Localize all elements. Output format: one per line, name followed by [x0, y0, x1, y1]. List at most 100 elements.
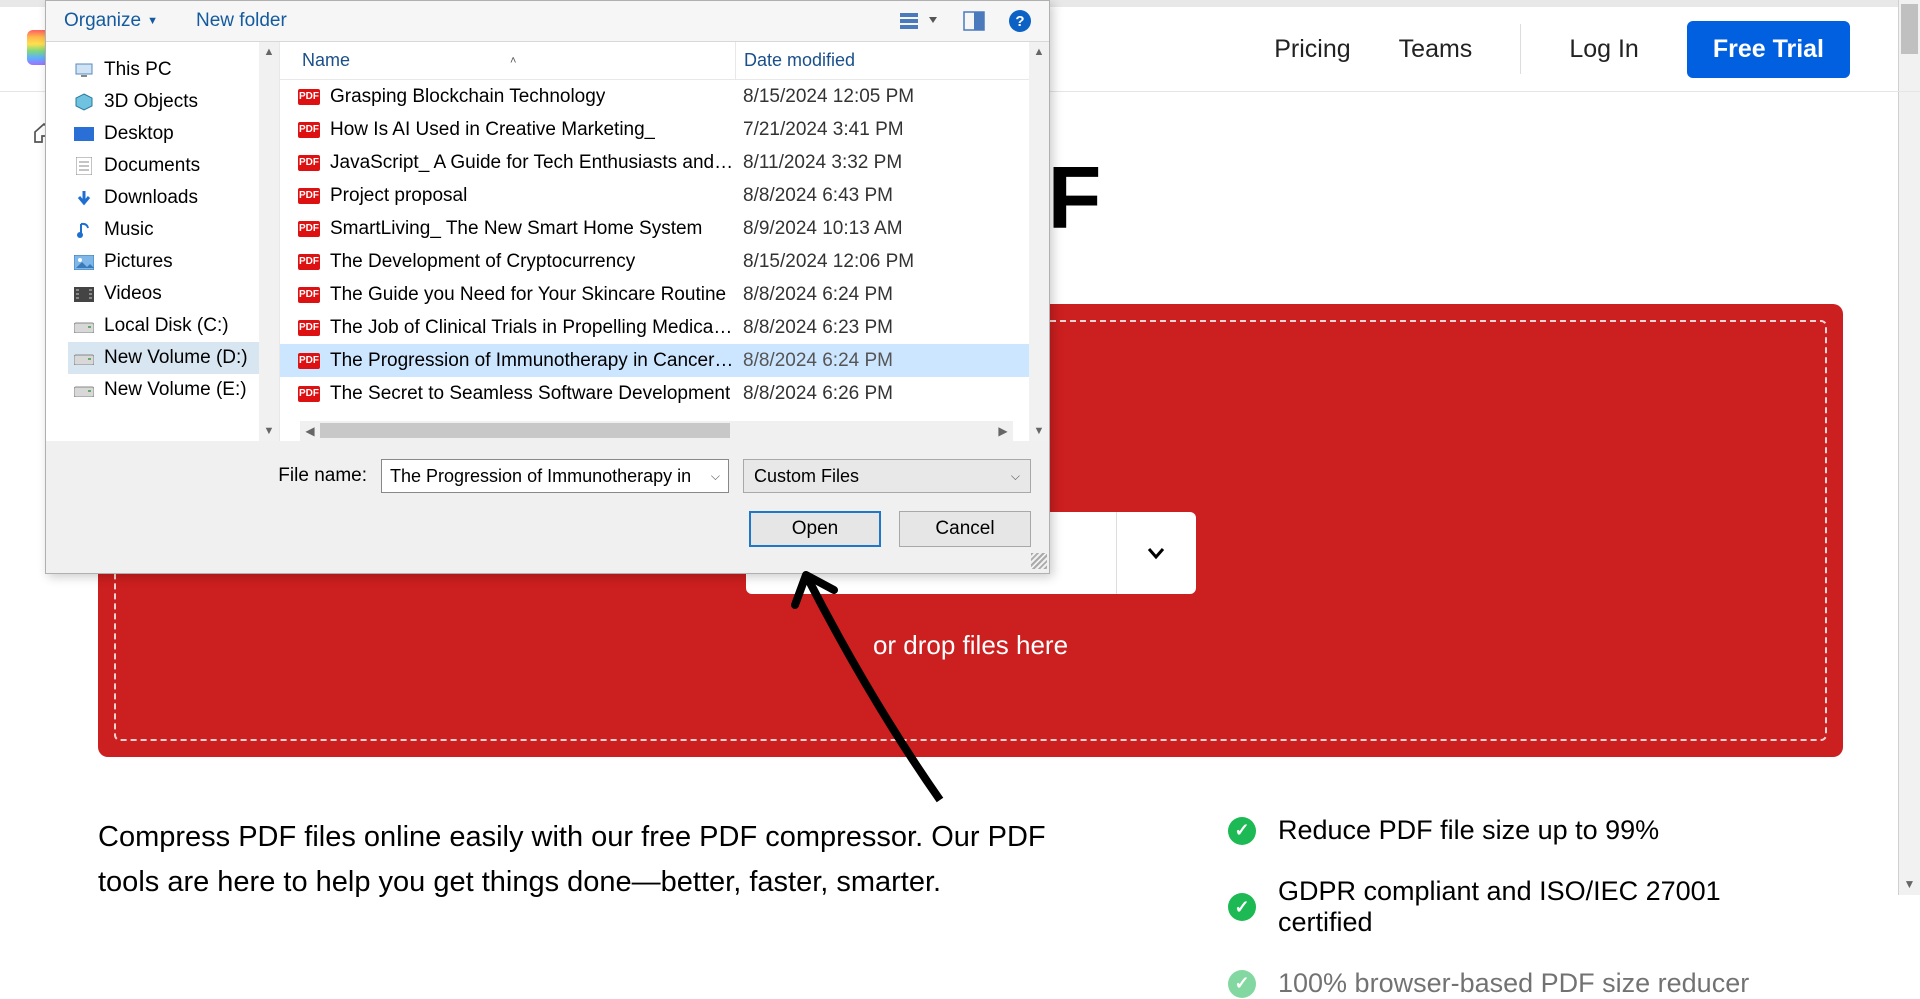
- scroll-right-arrow[interactable]: ▶: [993, 421, 1013, 441]
- check-icon: ✓: [1228, 893, 1256, 921]
- tree-item-label: Pictures: [104, 251, 173, 273]
- tree-item-pictures[interactable]: Pictures: [68, 246, 279, 278]
- pdf-icon: PDF: [298, 221, 320, 237]
- file-date: 8/8/2024 6:43 PM: [735, 185, 1049, 207]
- select-source-dropdown[interactable]: [1116, 512, 1196, 594]
- benefit-text: Reduce PDF file size up to 99%: [1278, 815, 1659, 846]
- file-row[interactable]: PDFGrasping Blockchain Technology8/15/20…: [280, 80, 1049, 113]
- combobox-caret-icon[interactable]: ⌵: [711, 469, 720, 484]
- down-icon: [74, 189, 94, 207]
- file-name: Project proposal: [330, 185, 467, 207]
- file-row[interactable]: PDFThe Development of Cryptocurrency8/15…: [280, 245, 1049, 278]
- disk-icon: [74, 317, 94, 335]
- help-icon[interactable]: ?: [1009, 10, 1031, 32]
- file-row[interactable]: PDFJavaScript_ A Guide for Tech Enthusia…: [280, 146, 1049, 179]
- music-icon: [74, 221, 94, 239]
- file-row[interactable]: PDFHow Is AI Used in Creative Marketing_…: [280, 113, 1049, 146]
- preview-pane-button[interactable]: [963, 11, 985, 31]
- doc-icon: [74, 157, 94, 175]
- open-button[interactable]: Open: [749, 511, 881, 547]
- tree-item-documents[interactable]: Documents: [68, 150, 279, 182]
- file-name: The Development of Cryptocurrency: [330, 251, 635, 273]
- nav-teams[interactable]: Teams: [1399, 35, 1473, 64]
- pc-icon: [74, 61, 94, 79]
- pdf-icon: PDF: [298, 353, 320, 369]
- disk-icon: [74, 349, 94, 367]
- file-type-filter[interactable]: Custom Files ⌵: [743, 459, 1031, 493]
- filename-label: File name:: [278, 465, 367, 487]
- nav-pricing[interactable]: Pricing: [1274, 35, 1350, 64]
- tree-item-3d-objects[interactable]: 3D Objects: [68, 86, 279, 118]
- column-name[interactable]: Name: [302, 50, 350, 71]
- file-name: How Is AI Used in Creative Marketing_: [330, 119, 655, 141]
- file-row[interactable]: PDFProject proposal8/8/2024 6:43 PM: [280, 179, 1049, 212]
- tree-item-music[interactable]: Music: [68, 214, 279, 246]
- file-list-header[interactable]: Name ˄ Date modified: [280, 42, 1049, 80]
- scroll-up-arrow[interactable]: ▲: [259, 42, 279, 62]
- scroll-down-arrow[interactable]: ▼: [259, 421, 279, 441]
- filename-value: The Progression of Immunotherapy in: [390, 466, 691, 487]
- view-layout-button[interactable]: [899, 11, 939, 31]
- free-trial-button[interactable]: Free Trial: [1687, 21, 1850, 78]
- tree-item-label: Local Disk (C:): [104, 315, 229, 337]
- file-date: 8/8/2024 6:24 PM: [735, 350, 1049, 372]
- tree-item-this-pc[interactable]: This PC: [68, 54, 279, 86]
- file-list-hscrollbar[interactable]: ◀ ▶: [300, 421, 1013, 441]
- tree-item-desktop[interactable]: Desktop: [68, 118, 279, 150]
- scroll-up-arrow[interactable]: ▲: [1029, 42, 1049, 62]
- file-date: 8/8/2024 6:23 PM: [735, 317, 1049, 339]
- organize-label: Organize: [64, 10, 141, 32]
- check-icon: ✓: [1228, 970, 1256, 998]
- tree-item-new-volume-d-[interactable]: New Volume (D:): [68, 342, 279, 374]
- nav-login[interactable]: Log In: [1569, 35, 1639, 64]
- benefit-text: 100% browser-based PDF size reducer: [1278, 968, 1749, 999]
- filename-input[interactable]: The Progression of Immunotherapy in ⌵: [381, 459, 729, 493]
- tree-item-local-disk-c-[interactable]: Local Disk (C:): [68, 310, 279, 342]
- file-row[interactable]: PDFThe Secret to Seamless Software Devel…: [280, 377, 1049, 410]
- file-date: 8/8/2024 6:24 PM: [735, 284, 1049, 306]
- combobox-caret-icon[interactable]: ⌵: [1011, 469, 1020, 484]
- file-list-pane: Name ˄ Date modified PDFGrasping Blockch…: [280, 42, 1049, 441]
- tree-scrollbar[interactable]: ▲ ▼: [259, 42, 279, 441]
- resize-grip[interactable]: [1031, 553, 1047, 569]
- column-date[interactable]: Date modified: [744, 50, 855, 71]
- tree-item-label: Videos: [104, 283, 162, 305]
- file-name: The Guide you Need for Your Skincare Rou…: [330, 284, 726, 306]
- file-row[interactable]: PDFThe Job of Clinical Trials in Propell…: [280, 311, 1049, 344]
- scroll-left-arrow[interactable]: ◀: [300, 421, 320, 441]
- benefit-item: ✓ GDPR compliant and ISO/IEC 27001 certi…: [1228, 876, 1822, 938]
- pdf-icon: PDF: [298, 254, 320, 270]
- tree-item-label: This PC: [104, 59, 172, 81]
- new-folder-button[interactable]: New folder: [196, 10, 287, 32]
- tree-item-label: Downloads: [104, 187, 198, 209]
- dialog-toolbar: Organize ▼ New folder ?: [46, 1, 1049, 41]
- file-name: Grasping Blockchain Technology: [330, 86, 605, 108]
- file-name: SmartLiving_ The New Smart Home System: [330, 218, 702, 240]
- scroll-down-arrow[interactable]: ▼: [1029, 421, 1049, 441]
- chevron-down-icon: [1144, 541, 1168, 565]
- tree-item-videos[interactable]: Videos: [68, 278, 279, 310]
- tree-item-label: 3D Objects: [104, 91, 198, 113]
- disk-icon: [74, 381, 94, 399]
- benefit-text: GDPR compliant and ISO/IEC 27001 certifi…: [1278, 876, 1822, 938]
- caret-down-icon: ▼: [147, 15, 158, 27]
- tree-item-new-volume-e-[interactable]: New Volume (E:): [68, 374, 279, 406]
- benefit-item: ✓ 100% browser-based PDF size reducer: [1228, 968, 1822, 999]
- cancel-button[interactable]: Cancel: [899, 511, 1031, 547]
- pdf-icon: PDF: [298, 155, 320, 171]
- folder-tree: This PC 3D Objects DesktopDocuments Downloa…: [46, 42, 280, 441]
- benefit-item: ✓ Reduce PDF file size up to 99%: [1228, 815, 1822, 846]
- file-name: The Progression of Immunotherapy in Canc…: [330, 350, 735, 372]
- file-row[interactable]: PDF SmartLiving_ The New Smart Home Syste…: [280, 212, 1049, 245]
- hero-description: Compress PDF files online easily with ou…: [98, 815, 1048, 999]
- file-date: 8/8/2024 6:26 PM: [735, 383, 1049, 405]
- tree-item-downloads[interactable]: Downloads: [68, 182, 279, 214]
- organize-menu[interactable]: Organize ▼: [64, 10, 158, 32]
- file-list-vscrollbar[interactable]: ▲ ▼: [1029, 42, 1049, 441]
- tree-item-label: New Volume (D:): [104, 347, 248, 369]
- drop-hint-text: or drop files here: [873, 630, 1068, 661]
- file-row[interactable]: PDFThe Guide you Need for Your Skincare …: [280, 278, 1049, 311]
- hscroll-thumb[interactable]: [320, 423, 730, 438]
- file-date: 7/21/2024 3:41 PM: [735, 119, 1049, 141]
- file-row[interactable]: PDF The Progression of Immunotherapy in C…: [280, 344, 1049, 377]
